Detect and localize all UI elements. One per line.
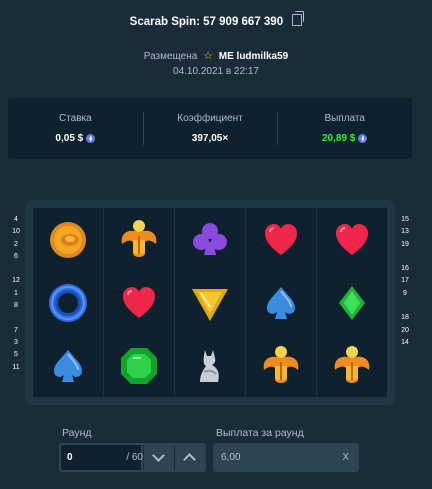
payline-number: 1 (14, 289, 18, 297)
stat-payout-value: 20,89 $ (322, 133, 368, 144)
stat-bet-value: 0,05 $ (55, 133, 96, 144)
emerald-icon (104, 334, 174, 397)
clear-icon[interactable]: X (342, 452, 349, 463)
stats-panel: Ставка 0,05 $ Коэффициент 397,05× Выплат… (8, 98, 412, 159)
payline-number: 2 (14, 240, 18, 248)
ring-icon (33, 271, 103, 334)
payline-number (8, 312, 24, 324)
copy-icon[interactable] (292, 11, 305, 26)
payline-number: 8 (14, 302, 18, 310)
reel-column (246, 208, 317, 397)
heart-icon (317, 208, 387, 271)
round-up-button[interactable] (174, 445, 204, 470)
bet-title-text: Scarab Spin: 57 909 667 390 (129, 16, 284, 28)
reel-column (33, 208, 104, 397)
scarab-icon (104, 208, 174, 271)
payline-number (397, 251, 413, 263)
round-label: Раунд (62, 427, 92, 439)
spade-icon (33, 334, 103, 397)
payline-number: 20 (401, 326, 409, 334)
eth-coin-icon (86, 134, 96, 143)
payline-number: 13 (401, 228, 409, 236)
payline-number (8, 263, 24, 275)
payline-number: 7 (14, 326, 18, 334)
username-link[interactable]: ludmilka59 (237, 51, 289, 62)
reel-column (317, 208, 387, 397)
coin-icon (33, 208, 103, 271)
round-payout-field[interactable]: 6,00 X (213, 443, 359, 472)
payline-number: 6 (14, 252, 18, 260)
payline-number: 18 (401, 314, 409, 322)
round-stepper: 0 / 60 (59, 443, 206, 472)
stat-multiplier-label: Коэффициент (177, 113, 243, 124)
chevron-down-icon (152, 449, 165, 462)
round-input[interactable]: 0 / 60 (61, 445, 143, 470)
placed-label: Размещена (143, 51, 198, 62)
payline-number (397, 300, 413, 312)
stat-multiplier-value: 397,05× (191, 133, 229, 144)
scarab-icon (317, 334, 387, 397)
reels-grid (33, 208, 387, 397)
payline-number: 12 (12, 277, 20, 285)
payline-number: 15 (401, 216, 409, 223)
chevron-up-icon (183, 453, 196, 466)
payline-number: 5 (14, 351, 18, 359)
stat-payout-label: Выплата (324, 113, 365, 124)
stat-payout: Выплата 20,89 $ (277, 98, 412, 159)
stat-multiplier: Коэффициент 397,05× (142, 98, 278, 159)
stat-bet: Ставка 0,05 $ (8, 98, 143, 159)
user-rank[interactable]: ME (219, 51, 234, 62)
bet-date: 04.10.2021 в 22:17 (173, 66, 259, 77)
round-total: / 60 (126, 452, 143, 463)
payline-number: 9 (403, 289, 407, 297)
round-payout-label: Выплата за раунд (216, 427, 304, 439)
cat-statue-icon (175, 334, 245, 397)
payline-numbers-right: 15 13 19 16 17 9 18 20 14 (397, 214, 413, 349)
triangle-gem-icon (175, 271, 245, 334)
payline-numbers-left: 4 10 2 6 12 1 8 7 3 5 11 (8, 214, 24, 374)
bet-title: Scarab Spin: 57 909 667 390 (0, 11, 432, 28)
diamond-icon (317, 271, 387, 334)
eth-coin-icon (358, 134, 368, 143)
round-value: 0 (67, 452, 73, 463)
spade-icon (246, 271, 316, 334)
stat-bet-label: Ставка (58, 113, 92, 124)
round-payout-value: 6,00 (221, 452, 241, 463)
payline-number: 19 (401, 240, 409, 248)
reel-column (104, 208, 175, 397)
star-icon: ☆ (203, 50, 213, 62)
payline-number: 4 (14, 216, 18, 223)
slot-reels (25, 200, 395, 405)
payline-number: 16 (401, 265, 409, 273)
scarab-icon (246, 334, 316, 397)
payline-number: 17 (401, 277, 409, 285)
payline-number: 10 (12, 228, 20, 236)
round-down-button[interactable] (143, 445, 173, 470)
club-icon (175, 208, 245, 271)
placed-by: Размещена ☆ ME ludmilka59 (0, 49, 432, 62)
payline-number: 14 (401, 338, 409, 346)
heart-icon (104, 271, 174, 334)
payline-number: 11 (12, 363, 20, 371)
payline-number: 3 (14, 338, 18, 346)
reel-column (175, 208, 246, 397)
heart-icon (246, 208, 316, 271)
